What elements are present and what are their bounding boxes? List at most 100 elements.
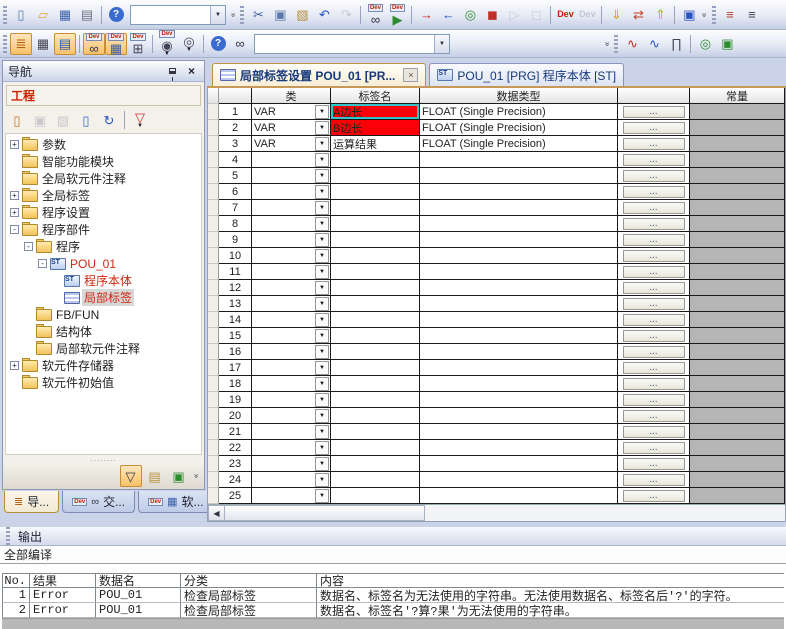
type-cell[interactable] xyxy=(420,296,618,312)
type-cell[interactable] xyxy=(420,424,618,440)
row-number-cell[interactable]: 17 xyxy=(219,360,252,376)
type-cell[interactable] xyxy=(420,328,618,344)
tree-item-智能功能模块[interactable]: 智能功能模块 xyxy=(6,153,201,170)
statement-jump-button[interactable]: ⇓ xyxy=(605,4,627,26)
class-cell[interactable]: ▼ xyxy=(252,152,331,168)
help-button[interactable]: ? xyxy=(105,4,127,26)
data-property-button[interactable]: ▯ xyxy=(75,109,97,131)
type-cell[interactable] xyxy=(420,440,618,456)
refresh-view-button[interactable]: ↻ xyxy=(98,109,120,131)
label-cell[interactable] xyxy=(331,248,420,264)
paste-button[interactable]: ▧ xyxy=(291,4,313,26)
type-cell[interactable]: FLOAT (Single Precision) xyxy=(420,104,618,120)
type-cell[interactable] xyxy=(420,248,618,264)
toolbar-overflow-2-icon[interactable]: » xyxy=(702,12,706,18)
chevron-down-icon[interactable]: ▼ xyxy=(210,6,225,24)
cut-button[interactable]: ✂ xyxy=(247,4,269,26)
class-cell[interactable]: ▼ xyxy=(252,488,331,504)
label-cell[interactable] xyxy=(331,168,420,184)
type-cell[interactable] xyxy=(420,456,618,472)
device-comment-find-button[interactable]: Dev∞ xyxy=(83,33,105,55)
detail-more-button[interactable]: ... xyxy=(623,394,685,406)
detail-more-button[interactable]: ... xyxy=(623,218,685,230)
detail-more-button[interactable]: ... xyxy=(623,138,685,150)
class-dropdown-icon[interactable]: ▼ xyxy=(315,137,329,151)
type-cell[interactable] xyxy=(420,280,618,296)
device-display-on-button[interactable]: Dev xyxy=(554,4,576,26)
detail-more-button[interactable]: ... xyxy=(623,378,685,390)
class-cell[interactable]: ▼ xyxy=(252,248,331,264)
close-tab-icon[interactable]: × xyxy=(403,68,418,82)
tree-item-程序[interactable]: -程序 xyxy=(6,238,201,255)
type-cell[interactable] xyxy=(420,472,618,488)
label-cell[interactable] xyxy=(331,184,420,200)
row-number-cell[interactable]: 5 xyxy=(219,168,252,184)
class-cell[interactable]: VAR▼ xyxy=(252,136,331,152)
search-box[interactable]: ▼ xyxy=(254,34,450,54)
class-dropdown-icon[interactable]: ▼ xyxy=(315,361,329,375)
class-cell[interactable]: ▼ xyxy=(252,344,331,360)
class-cell[interactable]: ▼ xyxy=(252,296,331,312)
note-jump-button[interactable]: ⇄ xyxy=(627,4,649,26)
pulse-trace-button[interactable]: ∏ xyxy=(665,33,687,55)
class-dropdown-icon[interactable]: ▼ xyxy=(315,265,329,279)
label-cell[interactable] xyxy=(331,472,420,488)
add-new-data-button[interactable]: ▯ xyxy=(6,109,28,131)
trace-capture-button[interactable]: ▣ xyxy=(716,33,738,55)
class-cell[interactable]: ▼ xyxy=(252,200,331,216)
tree-item-局部软元件注释[interactable]: 局部软元件注释 xyxy=(6,340,201,357)
device-reference-button[interactable]: Dev⊞ xyxy=(127,33,149,55)
statement-list-button[interactable]: ⇑ xyxy=(649,4,671,26)
detail-more-button[interactable]: ... xyxy=(623,170,685,182)
nav-minibar-overflow-icon[interactable]: » xyxy=(194,473,198,479)
type-cell[interactable] xyxy=(420,488,618,504)
class-dropdown-icon[interactable]: ▼ xyxy=(315,153,329,167)
class-cell[interactable]: ▼ xyxy=(252,360,331,376)
detail-more-button[interactable]: ... xyxy=(623,442,685,454)
edit-row-delete-button[interactable]: ≡ xyxy=(741,4,763,26)
label-cell[interactable] xyxy=(331,264,420,280)
class-dropdown-icon[interactable]: ▼ xyxy=(315,297,329,311)
device-memory-view-button[interactable]: ▣ xyxy=(168,465,190,487)
tree-item-局部标签[interactable]: 局部标签 xyxy=(6,289,201,306)
row-number-cell[interactable]: 12 xyxy=(219,280,252,296)
tree-item-FB/FUN[interactable]: FB/FUN xyxy=(6,306,201,323)
label-cell[interactable] xyxy=(331,440,420,456)
class-cell[interactable]: ▼ xyxy=(252,232,331,248)
type-cell[interactable] xyxy=(420,264,618,280)
detail-more-button[interactable]: ... xyxy=(623,186,685,198)
expand-icon[interactable]: + xyxy=(10,208,19,217)
label-cell[interactable] xyxy=(331,408,420,424)
row-number-cell[interactable]: 2 xyxy=(219,120,252,136)
class-cell[interactable]: ▼ xyxy=(252,392,331,408)
class-dropdown-icon[interactable]: ▼ xyxy=(315,345,329,359)
class-cell[interactable]: VAR▼ xyxy=(252,104,331,120)
detail-more-button[interactable]: ... xyxy=(623,426,685,438)
row-number-cell[interactable]: 10 xyxy=(219,248,252,264)
open-project-button[interactable]: ▱ xyxy=(32,4,54,26)
class-dropdown-icon[interactable]: ▼ xyxy=(315,425,329,439)
device-test-button[interactable]: Dev▶ xyxy=(386,4,408,26)
tree-item-全局标签[interactable]: +全局标签 xyxy=(6,187,201,204)
label-cell[interactable] xyxy=(331,328,420,344)
tree-item-全局软元件注释[interactable]: 全局软元件注释 xyxy=(6,170,201,187)
row-number-cell[interactable]: 23 xyxy=(219,456,252,472)
scroll-left-icon[interactable]: ◀ xyxy=(208,505,225,521)
type-cell[interactable] xyxy=(420,152,618,168)
detail-more-button[interactable]: ... xyxy=(623,282,685,294)
toolbar-grip[interactable] xyxy=(614,35,618,53)
type-cell[interactable] xyxy=(420,392,618,408)
trace-cursor-button[interactable]: ∿ xyxy=(643,33,665,55)
detail-more-button[interactable]: ... xyxy=(623,474,685,486)
pin-icon[interactable] xyxy=(165,64,180,78)
class-dropdown-icon[interactable]: ▼ xyxy=(315,489,329,503)
label-cell[interactable] xyxy=(331,376,420,392)
tree-item-参数[interactable]: +参数 xyxy=(6,136,201,153)
toolbar-grip[interactable] xyxy=(3,35,7,53)
class-cell[interactable]: ▼ xyxy=(252,184,331,200)
class-cell[interactable]: ▼ xyxy=(252,408,331,424)
dock-tab-导...[interactable]: ≣导... xyxy=(4,491,59,513)
detail-more-button[interactable]: ... xyxy=(623,154,685,166)
monitor-window-button[interactable]: ▣ xyxy=(678,4,700,26)
row-number-cell[interactable]: 18 xyxy=(219,376,252,392)
